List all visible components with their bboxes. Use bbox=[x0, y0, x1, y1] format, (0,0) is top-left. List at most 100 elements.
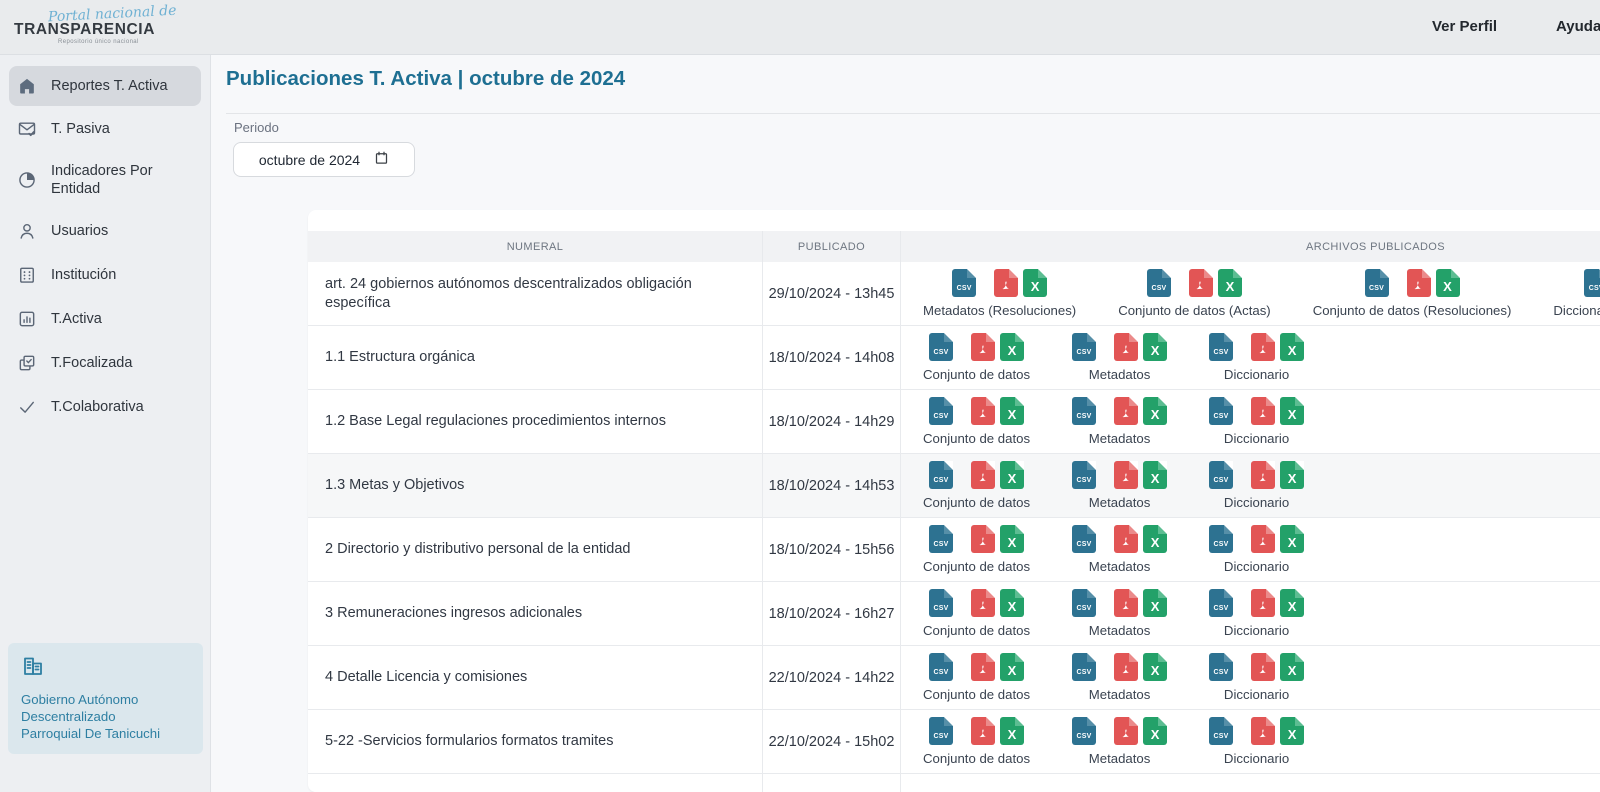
portal-logo[interactable]: Portal nacional de TRANSPARENCIA Reposit… bbox=[14, 4, 204, 52]
csv-file-icon[interactable]: CSV bbox=[929, 653, 953, 681]
csv-file-icon[interactable]: CSV bbox=[929, 717, 953, 745]
xls-file-icon[interactable]: X bbox=[1143, 717, 1167, 745]
pdf-file-icon[interactable] bbox=[1114, 653, 1138, 681]
sidebar-item-usuarios[interactable]: Usuarios bbox=[9, 210, 201, 252]
xls-file-icon[interactable]: X bbox=[1143, 333, 1167, 361]
xls-file-icon[interactable]: X bbox=[1000, 333, 1024, 361]
pdf-file-icon[interactable] bbox=[1251, 461, 1275, 489]
pdf-file-icon[interactable] bbox=[1251, 333, 1275, 361]
pdf-file-icon[interactable] bbox=[971, 653, 995, 681]
sidebar-item-reportes-t-activa[interactable]: Reportes T. Activa bbox=[9, 66, 201, 106]
file-group: CSVXConjunto de datos bbox=[923, 653, 1030, 702]
xls-file-icon[interactable]: X bbox=[1000, 525, 1024, 553]
period-month-input[interactable]: octubre de 2024 bbox=[233, 142, 415, 177]
csv-file-icon[interactable]: CSV bbox=[929, 589, 953, 617]
xls-file-icon[interactable]: X bbox=[1143, 589, 1167, 617]
pdf-file-icon[interactable] bbox=[1251, 525, 1275, 553]
pdf-file-icon[interactable] bbox=[971, 397, 995, 425]
csv-icon-text: CSV bbox=[1077, 413, 1092, 425]
sidebar-item-indicadores-por-entidad[interactable]: Indicadores Por Entidad bbox=[9, 152, 201, 208]
csv-file-icon[interactable]: CSV bbox=[1209, 589, 1233, 617]
xls-file-icon[interactable]: X bbox=[1000, 461, 1024, 489]
csv-file-icon[interactable]: CSV bbox=[1209, 397, 1233, 425]
xls-file-icon[interactable]: X bbox=[1280, 397, 1304, 425]
csv-file-icon[interactable]: CSV bbox=[929, 333, 953, 361]
csv-file-icon[interactable]: CSV bbox=[1072, 461, 1096, 489]
pdf-file-icon[interactable] bbox=[1407, 269, 1431, 297]
pdf-file-icon[interactable] bbox=[1189, 269, 1213, 297]
xls-file-icon[interactable]: X bbox=[1143, 461, 1167, 489]
csv-file-icon[interactable]: CSV bbox=[1209, 333, 1233, 361]
xls-file-icon[interactable]: X bbox=[1436, 269, 1460, 297]
csv-file-icon[interactable]: CSV bbox=[1072, 525, 1096, 553]
file-group-label: Conjunto de datos bbox=[923, 623, 1030, 638]
pdf-file-icon[interactable] bbox=[1114, 525, 1138, 553]
xls-file-icon[interactable]: X bbox=[1000, 589, 1024, 617]
xls-icon-text: X bbox=[1008, 407, 1017, 425]
csv-file-icon[interactable]: CSV bbox=[1209, 461, 1233, 489]
csv-file-icon[interactable]: CSV bbox=[1584, 269, 1600, 297]
csv-file-icon[interactable]: CSV bbox=[1072, 589, 1096, 617]
publicado-cell: 22/10/2024 - 14h22 bbox=[762, 646, 900, 709]
xls-file-icon[interactable]: X bbox=[1000, 397, 1024, 425]
csv-file-icon[interactable]: CSV bbox=[1072, 397, 1096, 425]
pdf-file-icon[interactable] bbox=[971, 461, 995, 489]
sidebar-item-t-colaborativa[interactable]: T.Colaborativa bbox=[9, 386, 201, 428]
csv-file-icon[interactable]: CSV bbox=[1209, 525, 1233, 553]
csv-file-icon[interactable]: CSV bbox=[952, 269, 976, 297]
pdf-file-icon[interactable] bbox=[1114, 589, 1138, 617]
xls-file-icon[interactable]: X bbox=[1143, 397, 1167, 425]
csv-file-icon[interactable]: CSV bbox=[929, 397, 953, 425]
csv-file-icon[interactable]: CSV bbox=[929, 461, 953, 489]
csv-file-icon[interactable]: CSV bbox=[1072, 333, 1096, 361]
xls-icon-text: X bbox=[1288, 663, 1297, 681]
xls-file-icon[interactable]: X bbox=[1280, 717, 1304, 745]
sidebar: Reportes T. Activa T. Pasiva Indicadores… bbox=[0, 55, 211, 792]
entity-card[interactable]: Gobierno Autónomo Descentralizado Parroq… bbox=[8, 643, 203, 754]
csv-file-icon[interactable]: CSV bbox=[1147, 269, 1171, 297]
csv-file-icon[interactable]: CSV bbox=[1072, 717, 1096, 745]
pdf-file-icon[interactable] bbox=[971, 589, 995, 617]
xls-file-icon[interactable]: X bbox=[1000, 717, 1024, 745]
pdf-file-icon[interactable] bbox=[1251, 397, 1275, 425]
csv-file-icon[interactable]: CSV bbox=[1209, 653, 1233, 681]
csv-file-icon[interactable]: CSV bbox=[1072, 653, 1096, 681]
xls-file-icon[interactable]: X bbox=[1143, 653, 1167, 681]
pdf-file-icon[interactable] bbox=[971, 525, 995, 553]
pdf-file-icon[interactable] bbox=[1251, 653, 1275, 681]
csv-file-icon[interactable]: CSV bbox=[1209, 717, 1233, 745]
pdf-file-icon[interactable] bbox=[971, 717, 995, 745]
pdf-file-icon[interactable] bbox=[1114, 717, 1138, 745]
pdf-file-icon[interactable] bbox=[971, 333, 995, 361]
calendar-icon[interactable] bbox=[374, 150, 389, 170]
file-group-label: Diccionario bbox=[1224, 687, 1289, 702]
xls-file-icon[interactable]: X bbox=[1280, 589, 1304, 617]
view-profile-link[interactable]: Ver Perfil bbox=[1432, 18, 1497, 35]
xls-file-icon[interactable]: X bbox=[1023, 269, 1047, 297]
xls-file-icon[interactable]: X bbox=[1280, 525, 1304, 553]
pdf-file-icon[interactable] bbox=[1114, 461, 1138, 489]
csv-icon-text: CSV bbox=[957, 285, 972, 297]
xls-file-icon[interactable]: X bbox=[1000, 653, 1024, 681]
help-link[interactable]: Ayuda bbox=[1556, 18, 1600, 35]
xls-file-icon[interactable]: X bbox=[1280, 333, 1304, 361]
xls-file-icon[interactable]: X bbox=[1143, 525, 1167, 553]
csv-file-icon[interactable]: CSV bbox=[1365, 269, 1389, 297]
sidebar-item-t-pasiva[interactable]: T. Pasiva bbox=[9, 108, 201, 150]
sidebar-item-institucion[interactable]: Institución bbox=[9, 254, 201, 296]
xls-file-icon[interactable]: X bbox=[1280, 461, 1304, 489]
sidebar-item-t-activa[interactable]: T.Activa bbox=[9, 298, 201, 340]
pdf-file-icon[interactable] bbox=[1251, 717, 1275, 745]
pdf-file-icon[interactable] bbox=[994, 269, 1018, 297]
archivos-cell: CSVXConjunto de datosCSVXMetadatosCSVXDi… bbox=[900, 646, 1600, 709]
sidebar-item-t-focalizada[interactable]: T.Focalizada bbox=[9, 342, 201, 384]
csv-icon-text: CSV bbox=[1077, 605, 1092, 617]
pdf-file-icon[interactable] bbox=[1114, 397, 1138, 425]
csv-file-icon[interactable]: CSV bbox=[929, 525, 953, 553]
pdf-file-icon[interactable] bbox=[1114, 333, 1138, 361]
pdf-file-icon[interactable] bbox=[1251, 589, 1275, 617]
xls-file-icon[interactable]: X bbox=[1218, 269, 1242, 297]
file-group-label: Conjunto de datos bbox=[923, 751, 1030, 766]
pie-chart-icon bbox=[16, 170, 38, 190]
xls-file-icon[interactable]: X bbox=[1280, 653, 1304, 681]
